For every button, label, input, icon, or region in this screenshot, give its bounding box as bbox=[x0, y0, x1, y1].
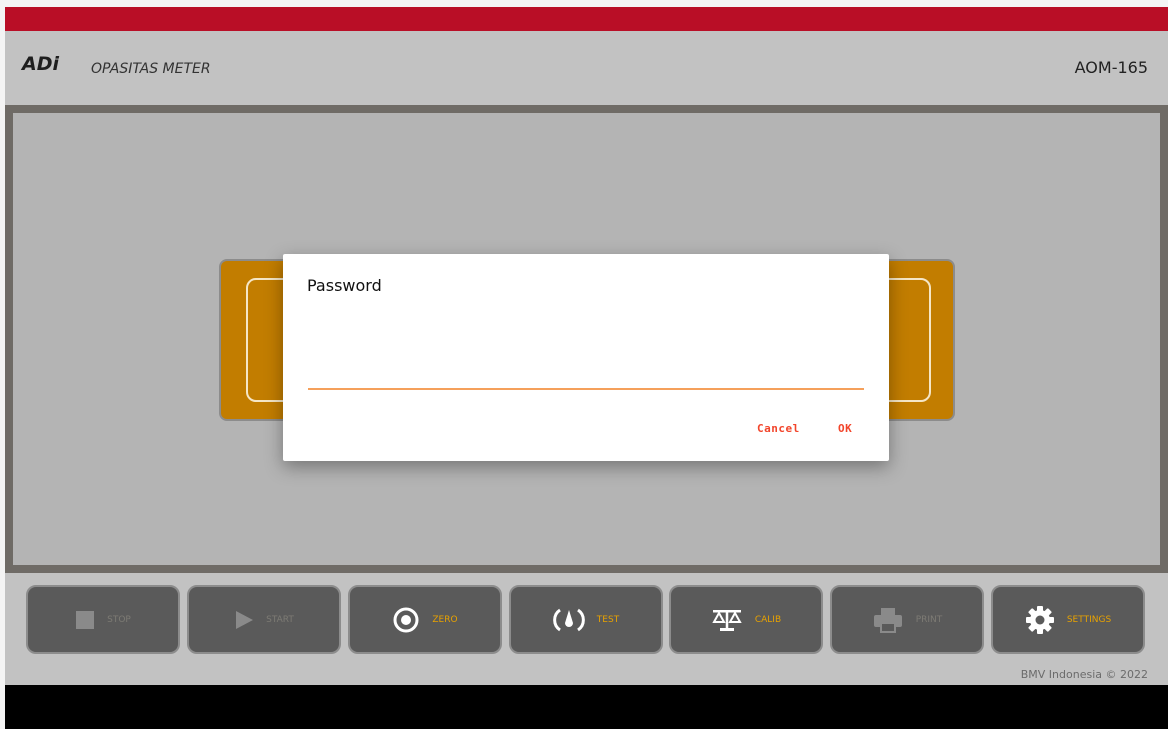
ok-button[interactable]: OK bbox=[838, 422, 852, 435]
calib-button[interactable]: CALIB bbox=[669, 585, 823, 654]
zero-button[interactable]: ZERO bbox=[348, 585, 502, 654]
printer-icon bbox=[872, 606, 904, 634]
password-input[interactable] bbox=[308, 354, 864, 390]
test-button[interactable]: TEST bbox=[509, 585, 663, 654]
stop-label: STOP bbox=[107, 614, 131, 625]
gear-icon bbox=[1025, 605, 1055, 635]
top-bar bbox=[5, 7, 1168, 31]
app-screen: ADi OPASITAS METER AOM-165 Password Canc… bbox=[5, 7, 1168, 729]
stop-button[interactable]: STOP bbox=[26, 585, 180, 654]
print-label: PRINT bbox=[915, 614, 943, 625]
settings-label: SETTINGS bbox=[1066, 614, 1112, 625]
start-label: START bbox=[266, 614, 294, 625]
header: ADi OPASITAS METER AOM-165 bbox=[5, 31, 1168, 105]
test-icon bbox=[553, 606, 585, 634]
balance-scale-icon bbox=[711, 607, 743, 633]
system-bar bbox=[5, 685, 1168, 729]
play-icon bbox=[234, 610, 254, 630]
password-dialog: Password Cancel OK bbox=[283, 254, 889, 461]
start-button[interactable]: START bbox=[187, 585, 341, 654]
brand-logo: ADi bbox=[22, 53, 59, 75]
zero-icon bbox=[392, 606, 420, 634]
calib-label: CALIB bbox=[754, 614, 782, 625]
zero-label: ZERO bbox=[432, 614, 458, 625]
model-label: AOM-165 bbox=[1074, 58, 1148, 77]
toolbar: STOP START ZERO TEST CALIB PRINT SETTING… bbox=[5, 573, 1168, 685]
dialog-title: Password bbox=[307, 276, 382, 295]
test-label: TEST bbox=[596, 614, 620, 625]
print-button[interactable]: PRINT bbox=[830, 585, 984, 654]
copyright-text: BMV Indonesia © 2022 bbox=[1020, 668, 1148, 681]
stop-icon bbox=[75, 610, 95, 630]
cancel-button[interactable]: Cancel bbox=[757, 422, 800, 435]
settings-button[interactable]: SETTINGS bbox=[991, 585, 1145, 654]
app-subtitle: OPASITAS METER bbox=[91, 61, 211, 77]
